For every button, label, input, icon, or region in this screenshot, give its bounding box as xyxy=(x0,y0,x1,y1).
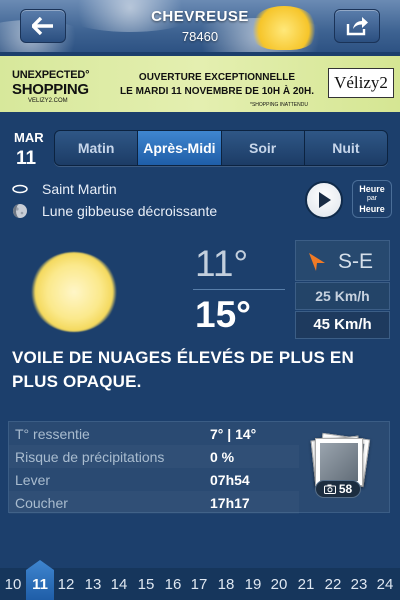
day-strip-item[interactable]: 21 xyxy=(293,576,319,593)
temperature-divider xyxy=(193,289,285,290)
detail-value-sunrise: 07h54 xyxy=(210,471,250,488)
wind-direction: S-E xyxy=(338,250,374,273)
details-panel: T° ressentie 7° | 14° Risque de précipit… xyxy=(8,421,390,513)
temperature-max: 15° xyxy=(195,294,251,335)
detail-row: Coucher 17h17 xyxy=(9,491,299,514)
detail-row: T° ressentie 7° | 14° xyxy=(9,422,299,445)
detail-value-precipitation: 0 % xyxy=(210,448,235,465)
wind-arrow-icon xyxy=(309,253,325,271)
halo-icon xyxy=(12,181,28,197)
app-header: CHEVREUSE 78460 xyxy=(0,0,400,52)
photo-thumb xyxy=(315,438,363,486)
detail-label-sunrise: Lever xyxy=(15,471,51,488)
hour-by-hour-label-mid: par xyxy=(366,195,378,202)
day-strip-item[interactable]: 19 xyxy=(240,576,266,593)
ad-footnote: *SHOPPING INATTENDU xyxy=(250,102,308,108)
day-strip-item[interactable]: 15 xyxy=(133,576,159,593)
wind-direction-box: S-E xyxy=(295,240,390,281)
detail-row: Lever 07h54 xyxy=(9,468,299,491)
ad-brand-line1: UNEXPECTED° xyxy=(12,69,90,81)
photo-count: 58 xyxy=(338,482,353,496)
play-icon xyxy=(319,192,331,208)
ad-brand-site: VELIZY2.COM xyxy=(28,98,68,104)
tab-apres-midi[interactable]: Après-Midi xyxy=(138,131,222,165)
day-strip-item[interactable]: 24 xyxy=(372,576,398,593)
play-button[interactable] xyxy=(305,181,343,219)
detail-value-feels-like: 7° | 14° xyxy=(210,425,257,442)
day-number: 11 xyxy=(16,148,37,169)
day-name: MAR xyxy=(14,130,44,145)
day-strip-item-selected[interactable]: 11 xyxy=(27,576,53,593)
saint-name: Saint Martin xyxy=(42,181,117,197)
share-button[interactable] xyxy=(334,9,380,43)
hour-by-hour-label-top: Heure xyxy=(359,184,385,194)
day-strip-item[interactable]: 22 xyxy=(320,576,346,593)
tab-matin[interactable]: Matin xyxy=(55,131,139,165)
day-strip-item[interactable]: 20 xyxy=(266,576,292,593)
detail-value-sunset: 17h17 xyxy=(210,494,250,511)
detail-label-sunset: Coucher xyxy=(15,494,68,511)
detail-row: Risque de précipitations 0 % xyxy=(9,445,299,468)
photo-gallery-button[interactable]: 58 xyxy=(309,432,371,504)
tab-soir[interactable]: Soir xyxy=(222,131,305,165)
ad-logo: Vélizy2 xyxy=(328,68,394,98)
day-strip: 10 11 12 13 14 15 16 17 18 19 20 21 22 2… xyxy=(0,568,400,600)
day-strip-item[interactable]: 14 xyxy=(106,576,132,593)
day-strip-item[interactable]: 16 xyxy=(160,576,186,593)
day-strip-item[interactable]: 23 xyxy=(346,576,372,593)
moon-icon xyxy=(12,203,28,219)
temperature-min: 11° xyxy=(195,243,249,284)
wind-gust: 45 Km/h xyxy=(295,311,390,339)
day-strip-item[interactable]: 10 xyxy=(0,576,26,593)
ad-banner[interactable]: UNEXPECTED° SHOPPING VELIZY2.COM OUVERTU… xyxy=(0,56,400,112)
wind-panel: S-E 25 Km/h 45 Km/h xyxy=(295,240,390,339)
share-icon xyxy=(346,17,368,36)
period-tabs: Matin Après-Midi Soir Nuit xyxy=(54,130,388,166)
sun-weather-icon xyxy=(30,252,118,332)
wind-speed: 25 Km/h xyxy=(295,282,390,310)
moon-row: Lune gibbeuse décroissante xyxy=(12,203,217,219)
day-strip-item[interactable]: 13 xyxy=(80,576,106,593)
detail-label-feels-like: T° ressentie xyxy=(15,425,90,442)
tab-nuit[interactable]: Nuit xyxy=(305,131,387,165)
ad-message-line1: OUVERTURE EXCEPTIONNELLE xyxy=(138,72,296,83)
hour-by-hour-label-bot: Heure xyxy=(359,204,385,214)
detail-label-precipitation: Risque de précipitations xyxy=(15,448,165,465)
day-strip-item[interactable]: 12 xyxy=(53,576,79,593)
saint-row: Saint Martin xyxy=(12,181,117,197)
day-strip-item[interactable]: 17 xyxy=(186,576,212,593)
moon-phase: Lune gibbeuse décroissante xyxy=(42,203,218,219)
day-strip-item[interactable]: 18 xyxy=(213,576,239,593)
camera-icon xyxy=(323,484,336,494)
photo-count-badge: 58 xyxy=(315,480,361,498)
hour-by-hour-button[interactable]: Heure par Heure xyxy=(352,180,392,218)
ad-message-line2: LE MARDI 11 NOVEMBRE DE 10H À 20H. xyxy=(120,86,314,97)
weather-description: VOILE DE NUAGES ÉLEVÉS DE PLUS EN PLUS O… xyxy=(12,348,354,391)
ad-brand-line2: SHOPPING xyxy=(12,81,89,98)
